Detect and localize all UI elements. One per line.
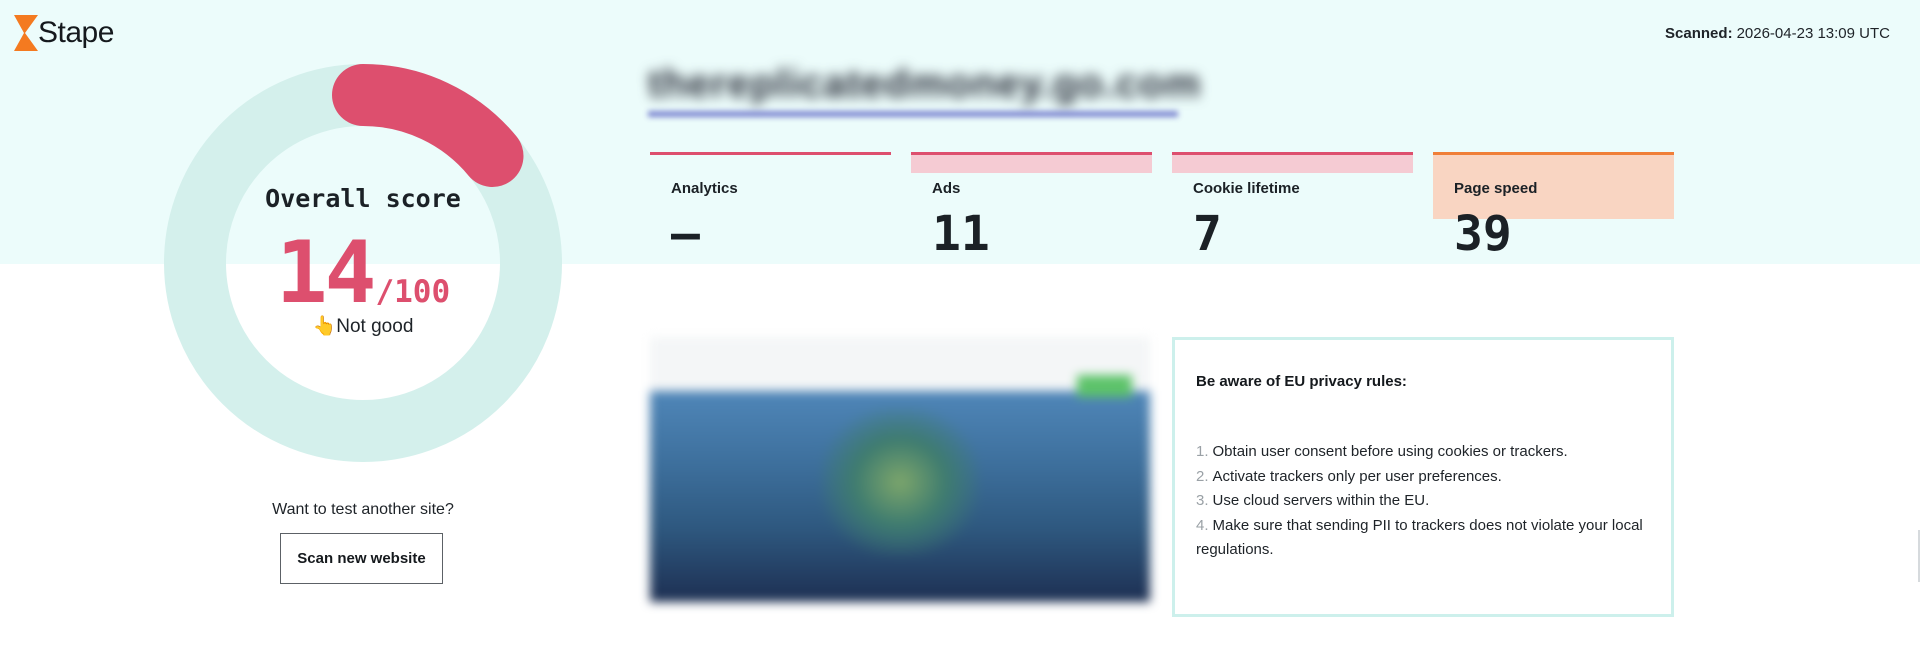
scan-new-website-button[interactable]: Scan new website [280,533,443,584]
metric-label: Page speed [1454,180,1538,197]
metric-status-bar [1433,152,1674,155]
metric-card-cookie-lifetime: Cookie lifetime 7 [1172,152,1413,262]
site-url-underline [648,111,1178,117]
score-status: 👆Not good [312,316,414,337]
retest-prompt: Want to test another site? [272,501,454,518]
score-max: /100 [375,274,451,310]
metric-label: Analytics [671,180,738,197]
metric-label: Cookie lifetime [1193,180,1300,197]
privacy-rule: 4. Make sure that sending PII to trackers… [1196,514,1646,563]
metric-value: – [671,206,700,262]
metric-value: 11 [932,206,990,262]
brand-name: Stape [38,16,114,49]
score-readout: 14 /100 [163,223,563,323]
rule-number: 1. [1196,443,1209,460]
stape-logo[interactable]: Stape [14,14,114,52]
eu-privacy-notice: Be aware of EU privacy rules: 1. Obtain u… [1172,337,1674,617]
rule-text: Obtain user consent before using cookies… [1212,443,1568,460]
rule-number: 4. [1196,516,1209,534]
privacy-rules-list: 1. Obtain user consent before using cooki… [1196,440,1646,563]
score-title: Overall score [265,184,461,213]
site-url-text: thereplicatedmoney.go.com [648,62,1202,106]
scanned-site-url[interactable]: thereplicatedmoney.go.com [648,62,1202,118]
privacy-rule: 1. Obtain user consent before using cooki… [1196,440,1646,465]
metric-value: 7 [1193,206,1222,262]
metric-status-bar [650,152,891,155]
rule-number: 3. [1196,492,1209,509]
score-gauge: Overall score 14 /100 👆Not good [163,63,563,463]
rule-number: 2. [1196,467,1209,485]
score-value: 14 [275,223,377,323]
metric-card-ads: Ads 11 [911,152,1152,262]
metric-status-tint [1172,155,1413,173]
scanned-label: Scanned: [1665,25,1733,42]
metric-card-analytics: Analytics – [650,152,891,262]
metric-status-tint [911,155,1152,173]
privacy-title: Be aware of EU privacy rules: [1196,373,1407,390]
stape-logo-icon [14,15,38,51]
rule-text: Use cloud servers within the EU. [1212,492,1430,509]
metric-label: Ads [932,180,961,197]
site-screenshot-preview [650,337,1150,602]
privacy-rule: 2. Activate trackers only per user prefer… [1196,465,1646,490]
rule-text: Activate trackers only per user preferen… [1212,467,1502,485]
metric-value: 39 [1454,206,1512,262]
scan-timestamp: Scanned: 2026-04-23 13:09 UTC [1665,25,1890,42]
metric-card-page-speed: Page speed 39 [1433,152,1674,258]
privacy-rule: 3. Use cloud servers within the EU. [1196,489,1646,514]
scanned-value: 2026-04-23 13:09 UTC [1736,25,1890,42]
rule-text: Make sure that sending PII to trackers d… [1196,516,1643,559]
